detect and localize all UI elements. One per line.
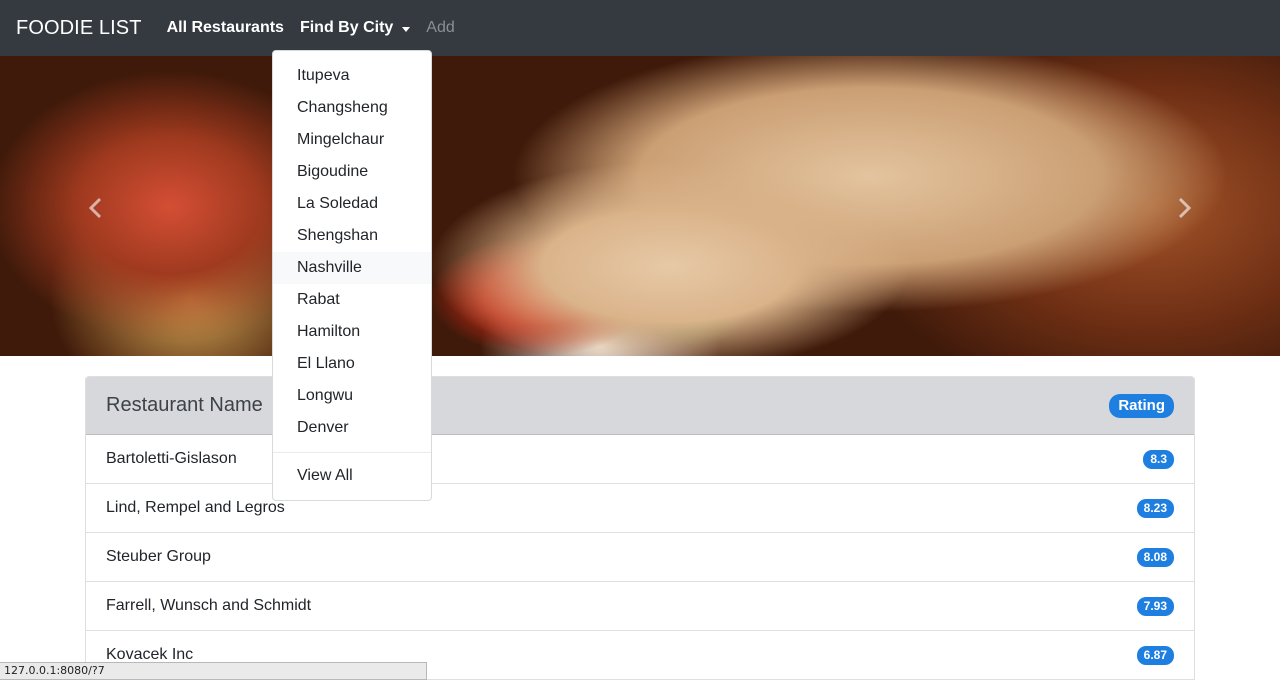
dropdown-item-city[interactable]: Bigoudine xyxy=(273,156,431,188)
rating-badge: 8.23 xyxy=(1136,498,1174,518)
rating-header-badge: Rating xyxy=(1109,393,1174,418)
dropdown-divider xyxy=(273,452,431,453)
carousel-prev-button[interactable] xyxy=(86,196,106,220)
nav-add[interactable]: Add xyxy=(426,19,454,37)
status-bar-url: 127.0.0.1:8080/?7 xyxy=(0,662,427,680)
nav-find-by-city[interactable]: Find By City xyxy=(299,19,411,37)
restaurant-list: Restaurant Name Rating Bartoletti-Gislas… xyxy=(85,376,1195,680)
rating-badge: 8.08 xyxy=(1136,547,1174,567)
restaurant-name-header: Restaurant Name xyxy=(106,394,263,416)
dropdown-item-city[interactable]: Shengshan xyxy=(273,220,431,252)
caret-down-icon xyxy=(402,26,411,32)
chevron-right-icon xyxy=(1178,197,1192,219)
dropdown-item-view-all[interactable]: View All xyxy=(273,460,431,492)
carousel-next-button[interactable] xyxy=(1174,196,1194,220)
brand-logo[interactable]: FOODIE LIST xyxy=(16,17,142,40)
dropdown-item-city[interactable]: Mingelchaur xyxy=(273,124,431,156)
list-item[interactable]: Farrell, Wunsch and Schmidt 7.93 xyxy=(86,582,1194,631)
list-item[interactable]: Lind, Rempel and Legros 8.23 xyxy=(86,484,1194,533)
hero-carousel xyxy=(0,56,1280,356)
rating-badge: 7.93 xyxy=(1136,596,1174,616)
list-header: Restaurant Name Rating xyxy=(86,377,1194,435)
dropdown-item-city[interactable]: La Soledad xyxy=(273,188,431,220)
dropdown-item-city[interactable]: Longwu xyxy=(273,380,431,412)
nav-all-restaurants[interactable]: All Restaurants xyxy=(167,19,284,37)
chevron-left-icon xyxy=(88,197,102,219)
dropdown-item-city[interactable]: Hamilton xyxy=(273,316,431,348)
city-dropdown-menu: Itupeva Changsheng Mingelchaur Bigoudine… xyxy=(272,50,432,501)
restaurant-name: Steuber Group xyxy=(106,548,211,565)
restaurant-name: Farrell, Wunsch and Schmidt xyxy=(106,597,312,614)
dropdown-item-city[interactable]: Changsheng xyxy=(273,92,431,124)
navbar: FOODIE LIST All Restaurants Find By City… xyxy=(0,0,1280,56)
rating-badge: 8.3 xyxy=(1143,449,1174,469)
list-item[interactable]: Steuber Group 8.08 xyxy=(86,533,1194,582)
restaurant-name: Lind, Rempel and Legros xyxy=(106,499,285,516)
dropdown-item-city[interactable]: Itupeva xyxy=(273,60,431,92)
dropdown-item-city[interactable]: Denver xyxy=(273,412,431,444)
restaurant-name: Bartoletti-Gislason xyxy=(106,450,237,467)
rating-badge: 6.87 xyxy=(1136,645,1174,665)
dropdown-item-city-hovered[interactable]: Nashville xyxy=(273,252,431,284)
list-item[interactable]: Bartoletti-Gislason 8.3 xyxy=(86,435,1194,484)
dropdown-item-city[interactable]: Rabat xyxy=(273,284,431,316)
nav-find-by-city-label: Find By City xyxy=(299,19,394,36)
dropdown-item-city[interactable]: El Llano xyxy=(273,348,431,380)
